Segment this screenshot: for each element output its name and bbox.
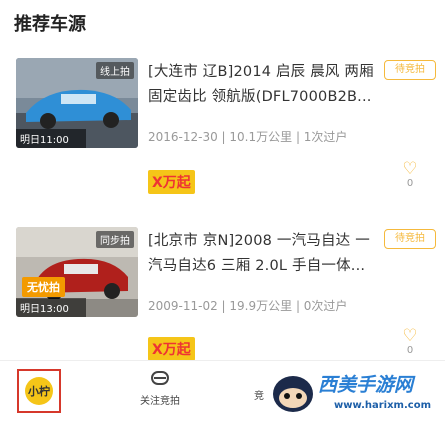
favorite-count: 0: [406, 345, 414, 356]
home-label: 小柠: [25, 377, 53, 405]
listing-title[interactable]: [大连市 辽B]2014 启辰 晨风 两厢 固定齿比 领航版(DFL7000B2…: [148, 60, 380, 110]
watermark-logo-icon: [273, 376, 313, 412]
tab-follow-auction[interactable]: 关注竞拍: [140, 367, 180, 407]
tab-follow-label: 关注竞拍: [140, 396, 180, 407]
auction-type-tag: 线上拍: [96, 62, 134, 79]
favorite-button[interactable]: ♡ 0: [400, 327, 420, 356]
favorite-count: 0: [406, 178, 414, 189]
car-photo[interactable]: 同步拍 无忧拍 明日13:00: [16, 227, 138, 317]
section-title: 推荐车源: [14, 14, 86, 35]
listing-title[interactable]: [北京市 京N]2008 一汽马自达 一汽马自达6 三厢 2.0L 手自一体..…: [148, 229, 380, 279]
heart-icon: ♡: [402, 326, 418, 346]
listing-card[interactable]: 同步拍 无忧拍 明日13:00 [北京市 京N]2008 一汽马自达 一汽马自达…: [0, 227, 445, 382]
status-pill: 待竞拍: [384, 60, 436, 80]
tab-bidding[interactable]: 竞: [254, 387, 264, 402]
tab-home[interactable]: 小柠: [17, 369, 61, 413]
price-badge: X万起: [148, 170, 195, 194]
listing-card[interactable]: 线上拍 明日11:00 [大连市 辽B]2014 启辰 晨风 两厢 固定齿比 领…: [0, 58, 445, 213]
free-badge: 无忧拍: [22, 277, 65, 297]
price-badge: X万起: [148, 337, 195, 361]
auction-time: 明日11:00: [16, 129, 86, 148]
favorite-button[interactable]: ♡ 0: [400, 160, 420, 189]
watermark: 西美手游网 www.harixm.com: [270, 366, 440, 418]
tab-bidding-label: 竞: [254, 391, 264, 402]
auction-time: 明日13:00: [16, 298, 86, 317]
watermark-brand: 西美手游网: [318, 374, 414, 396]
gavel-icon: [151, 371, 169, 385]
watermark-url: www.harixm.com: [334, 400, 431, 411]
auction-type-tag: 同步拍: [96, 231, 134, 248]
car-photo[interactable]: 线上拍 明日11:00: [16, 58, 138, 148]
heart-icon: ♡: [402, 159, 418, 179]
status-pill: 待竞拍: [384, 229, 436, 249]
listing-meta: 2009-11-02 | 19.9万公里 | 0次过户: [148, 299, 348, 313]
listing-meta: 2016-12-30 | 10.1万公里 | 1次过户: [148, 130, 348, 144]
